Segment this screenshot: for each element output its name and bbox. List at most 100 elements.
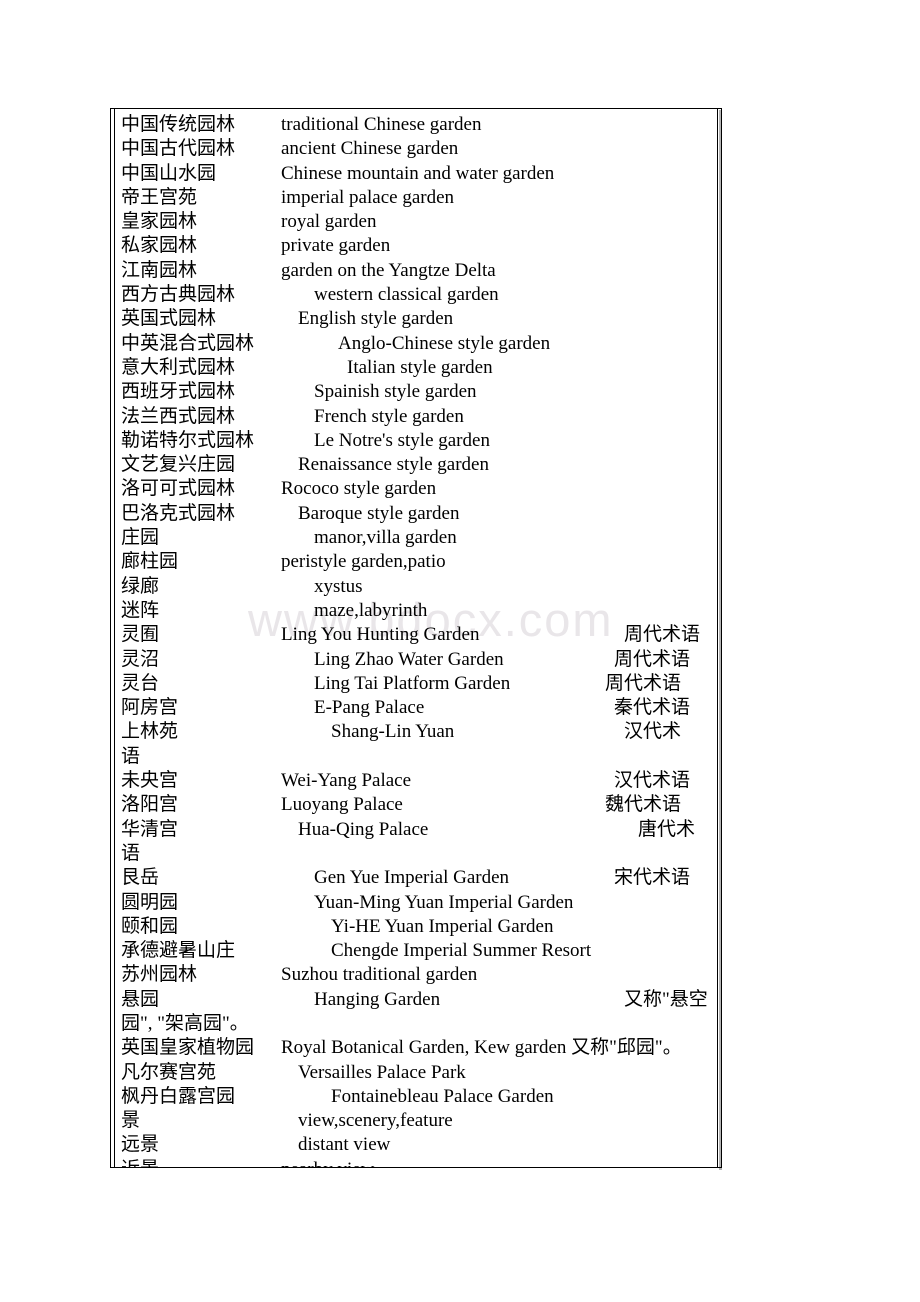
chinese-term: 迷阵	[121, 599, 160, 621]
chinese-term: 艮岳	[121, 867, 160, 889]
dynasty-note: 周代术语	[605, 672, 682, 694]
chinese-term: 景	[121, 1110, 141, 1132]
table-row: 江南园林 garden on the Yangtze Delta	[111, 259, 721, 283]
table-row: 英国皇家植物园 Royal Botanical Garden, Kew garde…	[111, 1036, 721, 1060]
table-row: 巴洛克式园林 Baroque style garden	[111, 502, 721, 526]
dynasty-note: 周代术语	[624, 624, 701, 646]
chinese-term: 灵囿	[121, 624, 160, 646]
english-term: private garden	[281, 235, 391, 257]
english-term: Ling You Hunting Garden	[281, 624, 480, 646]
chinese-term: 凡尔赛宫苑	[121, 1061, 217, 1083]
table-row: 勒诺特尔式园林 Le Notre's style garden	[111, 429, 721, 453]
english-term: Spainish style garden	[314, 381, 477, 403]
table-row-continuation: 语	[111, 745, 721, 769]
english-term: Anglo-Chinese style garden	[338, 332, 551, 354]
english-term: maze,labyrinth	[314, 599, 428, 621]
table-row: 迷阵 maze,labyrinth	[111, 599, 721, 623]
chinese-term: 承德避暑山庄	[121, 940, 236, 962]
english-term: distant view	[298, 1134, 391, 1156]
chinese-term: 悬园	[121, 988, 160, 1010]
dynasty-note: 汉代术	[624, 721, 682, 743]
english-term: Le Notre's style garden	[314, 429, 490, 451]
table-row: 颐和园 Yi-HE Yuan Imperial Garden	[111, 915, 721, 939]
chinese-term: 庄园	[121, 527, 160, 549]
table-row: 文艺复兴庄园 Renaissance style garden	[111, 453, 721, 477]
table-row: 悬园 Hanging Garden 又称"悬空	[111, 988, 721, 1012]
chinese-term: 勒诺特尔式园林	[121, 429, 255, 451]
table-row: 英国式园林 English style garden	[111, 307, 721, 331]
english-term: Renaissance style garden	[298, 454, 489, 476]
english-term: Luoyang Palace	[281, 794, 403, 816]
chinese-term: 远景	[121, 1134, 160, 1156]
english-term: Suzhou traditional garden	[281, 964, 478, 986]
dynasty-note: 汉代术语	[614, 770, 691, 792]
table-row: 法兰西式园林 French style garden	[111, 405, 721, 429]
chinese-term: 廊柱园	[121, 551, 179, 573]
english-term: Chengde Imperial Summer Resort	[331, 940, 592, 962]
chinese-term: 中国古代园林	[121, 138, 236, 160]
english-term: imperial palace garden	[281, 186, 455, 208]
english-term: peristyle garden,patio	[281, 551, 446, 573]
chinese-term: 绿廊	[121, 575, 160, 597]
table-row: 洛可可式园林 Rococo style garden	[111, 477, 721, 501]
table-row: 中国传统园林 traditional Chinese garden	[111, 113, 721, 137]
table-row: 灵台 Ling Tai Platform Garden 周代术语	[111, 672, 721, 696]
dynasty-note: 秦代术语	[614, 697, 691, 719]
table-row: 中英混合式园林 Anglo-Chinese style garden	[111, 332, 721, 356]
chinese-term: 未央宫	[121, 770, 179, 792]
chinese-term: 圆明园	[121, 891, 179, 913]
english-term: Ling Tai Platform Garden	[314, 672, 511, 694]
english-term: traditional Chinese garden	[281, 114, 482, 135]
chinese-term: 苏州园林	[121, 964, 198, 986]
english-term: western classical garden	[314, 284, 499, 306]
english-term: Fontainebleau Palace Garden	[331, 1085, 554, 1107]
english-term: Hanging Garden	[314, 988, 441, 1010]
english-term: Hua-Qing Palace	[298, 818, 429, 840]
wrapped-note-text: 语	[121, 842, 141, 864]
dynasty-note: 唐代术	[638, 818, 696, 840]
table-row: 私家园林 private garden	[111, 234, 721, 258]
chinese-term: 中国山水园	[121, 162, 217, 184]
chinese-term: 中英混合式园林	[121, 332, 255, 354]
chinese-term: 近景	[121, 1158, 159, 1167]
dynasty-note: 魏代术语	[605, 794, 682, 816]
english-term: xystus	[314, 575, 363, 597]
english-term: French style garden	[314, 405, 464, 427]
english-term: English style garden	[298, 308, 454, 330]
english-term: Shang-Lin Yuan	[331, 721, 455, 743]
chinese-term: 法兰西式园林	[121, 405, 236, 427]
table-row: 华清宫 Hua-Qing Palace 唐代术	[111, 818, 721, 842]
english-term: Royal Botanical Garden, Kew garden 又称"邱园…	[281, 1037, 682, 1059]
table-row-continuation: 园", "架高园"。	[111, 1012, 721, 1036]
table-row: 西方古典园林 western classical garden	[111, 283, 721, 307]
table-row: 艮岳 Gen Yue Imperial Garden 宋代术语	[111, 866, 721, 890]
dynasty-note: 周代术语	[614, 648, 691, 670]
table-row: 苏州园林 Suzhou traditional garden	[111, 963, 721, 987]
table-row: 绿廊 xystus	[111, 575, 721, 599]
chinese-term: 意大利式园林	[121, 356, 236, 378]
table-row: 帝王宫苑 imperial palace garden	[111, 186, 721, 210]
english-term: manor,villa garden	[314, 527, 457, 549]
table-row: 凡尔赛宫苑 Versailles Palace Park	[111, 1061, 721, 1085]
english-term: Gen Yue Imperial Garden	[314, 867, 510, 889]
dynasty-note: 宋代术语	[614, 867, 691, 889]
english-term: garden on the Yangtze Delta	[281, 259, 496, 281]
wrapped-note-text: 语	[121, 745, 141, 767]
table-row: 灵囿 Ling You Hunting Garden 周代术语	[111, 623, 721, 647]
chinese-term: 枫丹白露宫园	[121, 1085, 236, 1107]
chinese-term: 帝王宫苑	[121, 186, 198, 208]
table-row: 皇家园林 royal garden	[111, 210, 721, 234]
table-row: 承德避暑山庄 Chengde Imperial Summer Resort	[111, 939, 721, 963]
table-row: 上林苑 Shang-Lin Yuan 汉代术	[111, 720, 721, 744]
english-term: Versailles Palace Park	[298, 1061, 466, 1083]
chinese-term: 颐和园	[121, 915, 179, 937]
chinese-term: 灵台	[121, 672, 160, 694]
chinese-term: 私家园林	[121, 235, 198, 257]
english-term: Italian style garden	[347, 356, 493, 378]
table-row: 近景 nearby view	[111, 1158, 721, 1167]
english-term: Yuan-Ming Yuan Imperial Garden	[314, 891, 574, 913]
chinese-term: 英国皇家植物园	[121, 1037, 255, 1059]
table-row: 意大利式园林 Italian style garden	[111, 356, 721, 380]
english-term: view,scenery,feature	[298, 1110, 453, 1132]
table-row: 圆明园 Yuan-Ming Yuan Imperial Garden	[111, 891, 721, 915]
